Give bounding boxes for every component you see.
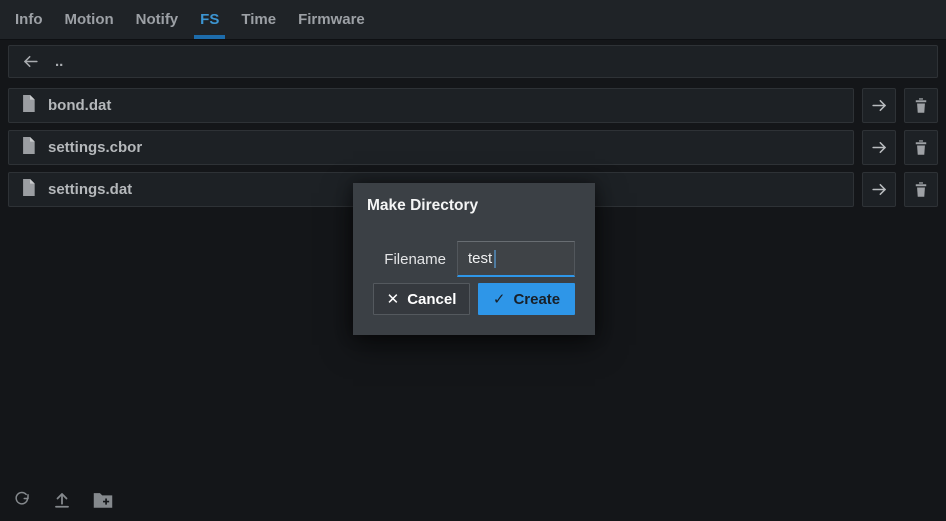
file-name-label: settings.dat xyxy=(48,181,132,198)
top-tab-bar: Info Motion Notify FS Time Firmware xyxy=(0,0,946,40)
tab-firmware[interactable]: Firmware xyxy=(292,0,371,39)
dialog-button-row: ✕ Cancel ✓ Create xyxy=(373,283,575,315)
trash-icon xyxy=(913,97,929,114)
open-file-button[interactable] xyxy=(862,130,896,165)
file-name-label: bond.dat xyxy=(48,97,111,114)
tab-notify[interactable]: Notify xyxy=(130,0,185,39)
open-file-button[interactable] xyxy=(862,88,896,123)
filename-input-value: test xyxy=(468,250,492,267)
tab-motion[interactable]: Motion xyxy=(59,0,120,39)
filename-form-row: Filename test xyxy=(373,241,575,277)
table-row: bond.dat xyxy=(8,88,938,123)
close-icon: ✕ xyxy=(387,290,400,308)
file-entry-settings-cbor[interactable]: settings.cbor xyxy=(8,130,854,165)
open-file-button[interactable] xyxy=(862,172,896,207)
tab-time[interactable]: Time xyxy=(235,0,282,39)
delete-file-button[interactable] xyxy=(904,88,938,123)
table-row: settings.cbor xyxy=(8,130,938,165)
open-arrow-icon xyxy=(870,180,889,199)
file-icon xyxy=(21,179,36,201)
checkmark-icon: ✓ xyxy=(493,290,506,308)
tab-fs[interactable]: FS xyxy=(194,0,225,39)
back-arrow-icon xyxy=(21,52,40,71)
cancel-button[interactable]: ✕ Cancel xyxy=(373,283,470,315)
new-folder-icon[interactable] xyxy=(93,491,113,509)
tab-info[interactable]: Info xyxy=(9,0,49,39)
filename-input[interactable]: test xyxy=(457,241,575,277)
file-icon xyxy=(21,95,36,117)
open-arrow-icon xyxy=(870,138,889,157)
parent-directory-label: .. xyxy=(55,53,63,70)
open-arrow-icon xyxy=(870,96,889,115)
file-entry-bond-dat[interactable]: bond.dat xyxy=(8,88,854,123)
delete-file-button[interactable] xyxy=(904,130,938,165)
refresh-icon[interactable] xyxy=(13,491,31,509)
dialog-title: Make Directory xyxy=(367,197,575,215)
delete-file-button[interactable] xyxy=(904,172,938,207)
filename-label: Filename xyxy=(384,251,446,268)
make-directory-dialog: Make Directory Filename test ✕ Cancel ✓ … xyxy=(353,183,595,335)
create-button-label: Create xyxy=(513,291,560,308)
create-button[interactable]: ✓ Create xyxy=(478,283,575,315)
text-caret xyxy=(494,250,496,268)
trash-icon xyxy=(913,181,929,198)
trash-icon xyxy=(913,139,929,156)
file-browser: .. bond.dat settings.cbor xyxy=(0,40,946,207)
fs-action-toolbar xyxy=(13,491,113,509)
upload-icon[interactable] xyxy=(53,491,71,509)
parent-directory-row[interactable]: .. xyxy=(8,45,938,78)
file-name-label: settings.cbor xyxy=(48,139,142,156)
file-icon xyxy=(21,137,36,159)
cancel-button-label: Cancel xyxy=(407,291,456,308)
